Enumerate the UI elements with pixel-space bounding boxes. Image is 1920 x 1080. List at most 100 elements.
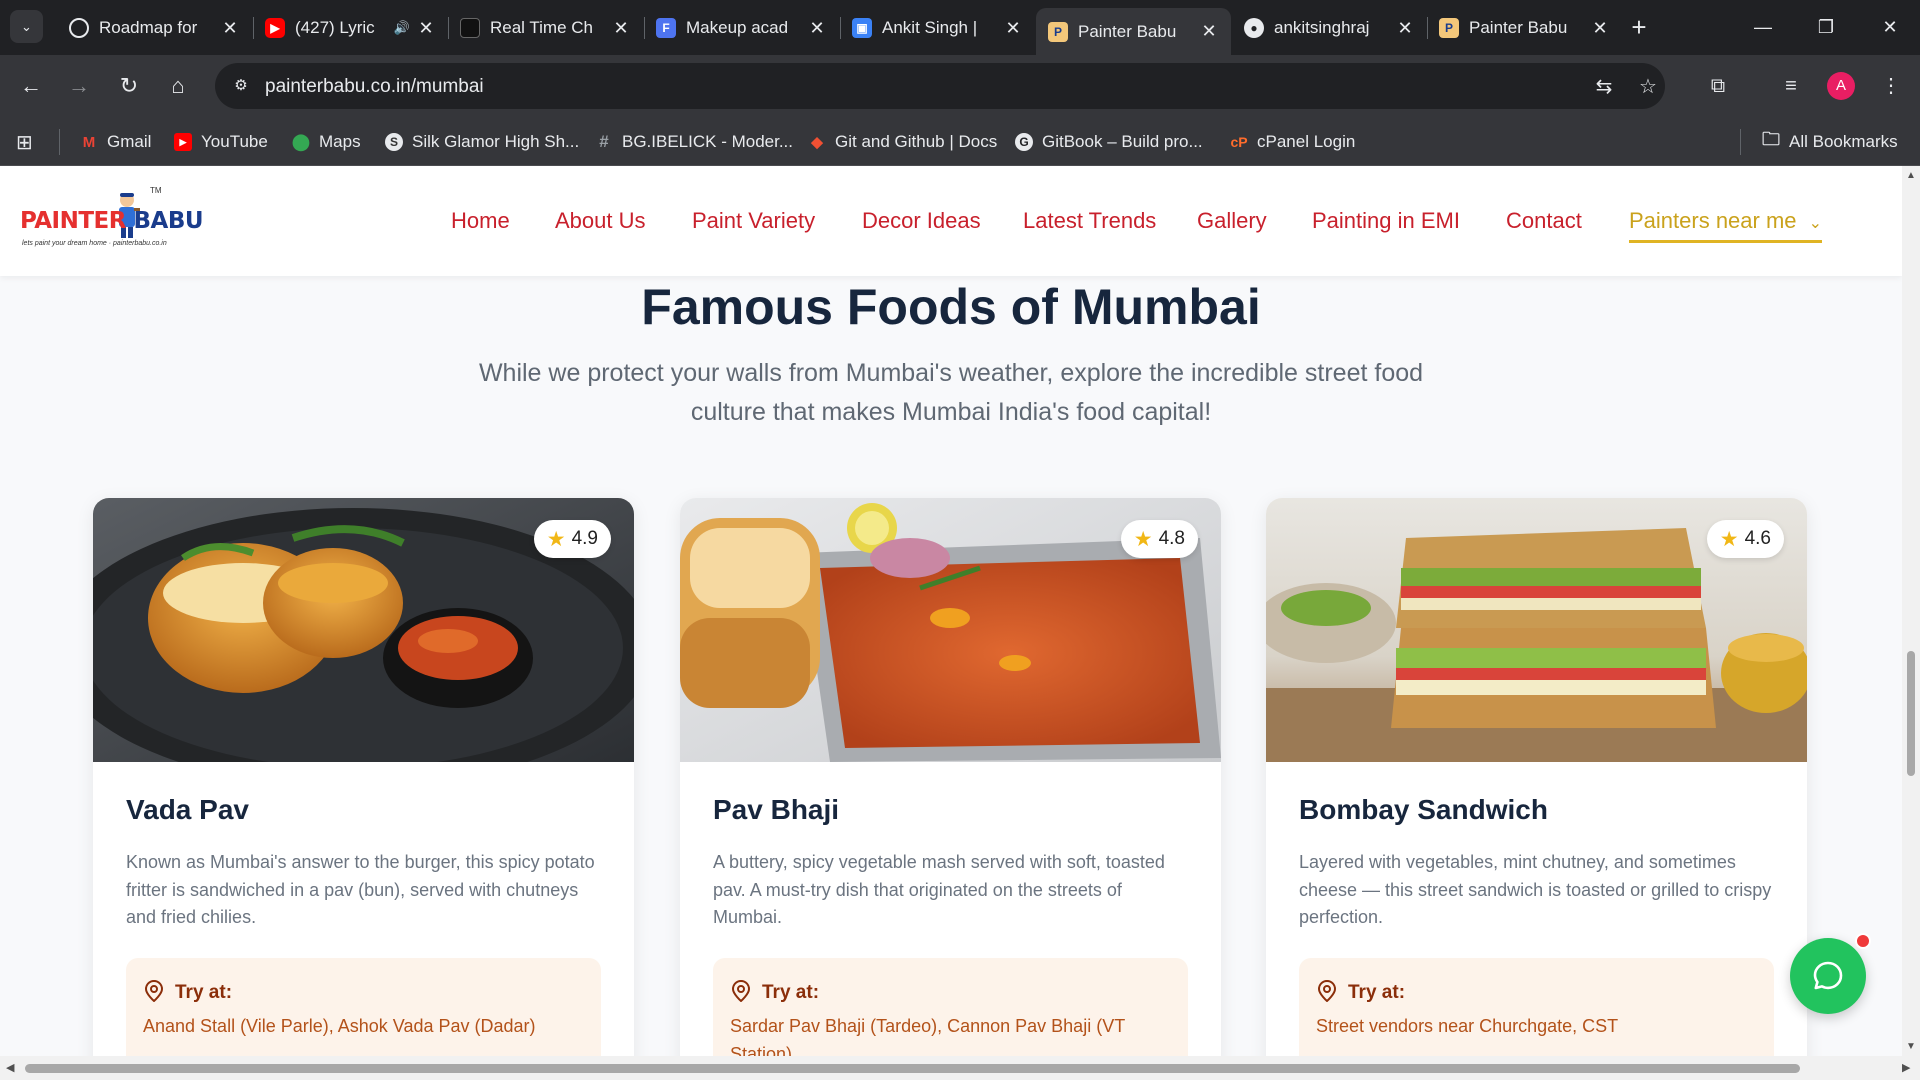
browser-tab-active[interactable]: P Painter Babu ✕ bbox=[1036, 8, 1231, 55]
profile-avatar[interactable]: A bbox=[1827, 72, 1855, 100]
notification-dot bbox=[1855, 933, 1871, 949]
bookmark-silk[interactable]: S Silk Glamor High Sh... bbox=[385, 130, 579, 154]
horizontal-scrollbar[interactable]: ◀ ▶ bbox=[0, 1056, 1920, 1080]
minimize-button[interactable]: — bbox=[1748, 12, 1778, 42]
nav-decor-ideas[interactable]: Decor Ideas bbox=[862, 208, 981, 238]
translate-icon[interactable]: ⇆ bbox=[1591, 74, 1617, 100]
youtube-icon: ▶ bbox=[174, 133, 192, 151]
rating-badge: ★ 4.6 bbox=[1706, 520, 1784, 558]
bookmark-cpanel[interactable]: cP cPanel Login bbox=[1230, 130, 1355, 154]
food-card[interactable]: ★ 4.6 Bombay Sandwich Layered with veget… bbox=[1266, 498, 1807, 1056]
scrollbar-thumb[interactable] bbox=[25, 1064, 1800, 1073]
close-icon[interactable]: ✕ bbox=[807, 18, 827, 39]
section-subtitle: While we protect your walls from Mumbai'… bbox=[478, 359, 1424, 426]
close-icon[interactable]: ✕ bbox=[1199, 21, 1219, 42]
nav-latest-trends[interactable]: Latest Trends bbox=[1023, 208, 1156, 238]
try-at-label: Try at: bbox=[175, 982, 233, 1003]
site-logo[interactable]: TM PAINTER BABU lets paint your dream ho… bbox=[20, 186, 215, 256]
bookmark-youtube[interactable]: ▶ YouTube bbox=[174, 130, 268, 154]
bookmark-maps[interactable]: ⬤ Maps bbox=[292, 130, 361, 154]
site-info-icon[interactable]: ⚙ bbox=[229, 74, 253, 98]
page-viewport: TM PAINTER BABU lets paint your dream ho… bbox=[0, 166, 1902, 1056]
nav-home[interactable]: Home bbox=[451, 208, 510, 238]
nav-about-us[interactable]: About Us bbox=[555, 208, 646, 238]
star-icon: ★ bbox=[546, 527, 566, 551]
food-card[interactable]: ★ 4.9 Vada Pav Known as Mumbai's answer … bbox=[93, 498, 634, 1056]
apps-grid-icon[interactable]: ⊞ bbox=[16, 130, 33, 154]
url-text[interactable]: painterbabu.co.in/mumbai bbox=[265, 76, 484, 98]
home-button[interactable]: ⌂ bbox=[161, 69, 195, 103]
tab-title: Roadmap for bbox=[99, 18, 198, 37]
menu-icon[interactable]: ⋮ bbox=[1876, 71, 1906, 101]
bookmark-git-docs[interactable]: ◆ Git and Github | Docs bbox=[808, 130, 997, 154]
all-bookmarks-button[interactable]: 🗀 All Bookmarks bbox=[1762, 129, 1898, 154]
scroll-down-icon[interactable]: ▼ bbox=[1905, 1041, 1917, 1052]
forms-icon: F bbox=[656, 18, 676, 38]
close-icon[interactable]: ✕ bbox=[416, 18, 436, 39]
location-pin-icon bbox=[144, 980, 164, 1002]
browser-tab[interactable]: Roadmap for ✕ bbox=[57, 8, 252, 48]
close-window-button[interactable]: ✕ bbox=[1875, 12, 1905, 42]
bookmarks-bar: ⊞ M Gmail ▶ YouTube ⬤ Maps S Silk Glamor… bbox=[0, 117, 1920, 166]
nav-contact[interactable]: Contact bbox=[1506, 208, 1582, 238]
tab-title: (427) Lyric bbox=[295, 18, 375, 37]
folder-icon: 🗀 bbox=[1762, 129, 1780, 149]
address-bar[interactable]: ⚙ painterbabu.co.in/mumbai ⇆ ☆ bbox=[215, 63, 1665, 109]
nav-paint-variety[interactable]: Paint Variety bbox=[692, 208, 815, 238]
scrollbar-thumb[interactable] bbox=[1907, 651, 1915, 776]
close-icon[interactable]: ✕ bbox=[1003, 18, 1023, 39]
nav-painting-in-emi[interactable]: Painting in EMI bbox=[1312, 208, 1460, 238]
browser-tab[interactable]: ▶ (427) Lyric 🔊 ✕ bbox=[253, 8, 448, 48]
github-icon: ● bbox=[1244, 18, 1264, 38]
try-at-label: Try at: bbox=[1348, 982, 1406, 1003]
media-controls-icon[interactable]: ≡ bbox=[1776, 71, 1806, 101]
scroll-right-icon[interactable]: ▶ bbox=[1902, 1061, 1910, 1074]
browser-tab[interactable]: P Painter Babu ✕ bbox=[1427, 8, 1622, 48]
bookmark-gmail[interactable]: M Gmail bbox=[80, 130, 152, 154]
logo-text-painter: PAINTER bbox=[20, 208, 126, 234]
nav-active-underline bbox=[1629, 240, 1822, 243]
scroll-up-icon[interactable]: ▲ bbox=[1905, 170, 1917, 181]
browser-tab-strip: ⌄ Roadmap for ✕ ▶ (427) Lyric 🔊 ✕ Real T… bbox=[0, 0, 1920, 55]
logo-text-babu: BABU bbox=[133, 208, 204, 234]
forward-button[interactable]: → bbox=[62, 69, 96, 103]
close-icon[interactable]: ✕ bbox=[611, 18, 631, 39]
browser-toolbar: ← → ↻ ⌂ ⚙ painterbabu.co.in/mumbai ⇆ ☆ ⧉… bbox=[0, 55, 1920, 117]
new-tab-button[interactable]: + bbox=[1625, 14, 1653, 42]
close-icon[interactable]: ✕ bbox=[1590, 18, 1610, 39]
extensions-icon[interactable]: ⧉ bbox=[1703, 71, 1733, 101]
browser-tab[interactable]: Real Time Ch ✕ bbox=[448, 8, 643, 48]
silk-icon: S bbox=[385, 133, 403, 151]
close-icon[interactable]: ✕ bbox=[1395, 18, 1415, 39]
speaker-icon[interactable]: 🔊 bbox=[394, 20, 410, 36]
section-title: Famous Foods of Mumbai bbox=[641, 279, 1261, 335]
tab-search-button[interactable]: ⌄ bbox=[10, 10, 43, 43]
vertical-scrollbar[interactable]: ▲ ▼ bbox=[1902, 166, 1920, 1056]
close-icon[interactable]: ✕ bbox=[220, 18, 240, 39]
tab-title: Painter Babu bbox=[1078, 21, 1177, 41]
bookmark-bgibelick[interactable]: # BG.IBELICK - Moder... bbox=[595, 130, 793, 154]
bookmark-gitbook[interactable]: G GitBook – Build pro... bbox=[1015, 130, 1203, 154]
reload-button[interactable]: ↻ bbox=[112, 69, 146, 103]
scroll-left-icon[interactable]: ◀ bbox=[6, 1061, 14, 1074]
star-icon: ★ bbox=[1133, 527, 1153, 551]
tab-title: Real Time Ch bbox=[490, 18, 593, 37]
browser-tab[interactable]: ● ankitsinghraj ✕ bbox=[1232, 8, 1427, 48]
painter-babu-icon: P bbox=[1439, 18, 1459, 38]
restore-button[interactable]: ❐ bbox=[1811, 12, 1841, 42]
nav-painters-near-me[interactable]: Painters near me ⌄ bbox=[1629, 208, 1822, 238]
nav-gallery[interactable]: Gallery bbox=[1197, 208, 1267, 238]
browser-tab[interactable]: F Makeup acad ✕ bbox=[644, 8, 839, 48]
site-header: TM PAINTER BABU lets paint your dream ho… bbox=[0, 166, 1902, 276]
back-button[interactable]: ← bbox=[14, 69, 48, 103]
youtube-icon: ▶ bbox=[265, 18, 285, 38]
browser-tab[interactable]: ▣ Ankit Singh | ✕ bbox=[840, 8, 1035, 48]
logo-tagline: lets paint your dream home · painterbabu… bbox=[22, 240, 167, 247]
chevron-down-icon: ⌄ bbox=[1808, 215, 1823, 232]
chat-button[interactable] bbox=[1790, 938, 1866, 1014]
food-card[interactable]: ★ 4.8 Pav Bhaji A buttery, spicy vegetab… bbox=[680, 498, 1221, 1056]
gitbook-icon: G bbox=[1015, 133, 1033, 151]
bookmark-star-icon[interactable]: ☆ bbox=[1635, 74, 1661, 100]
rating-badge: ★ 4.9 bbox=[533, 520, 611, 558]
food-description: A buttery, spicy vegetable mash served w… bbox=[713, 852, 1165, 927]
